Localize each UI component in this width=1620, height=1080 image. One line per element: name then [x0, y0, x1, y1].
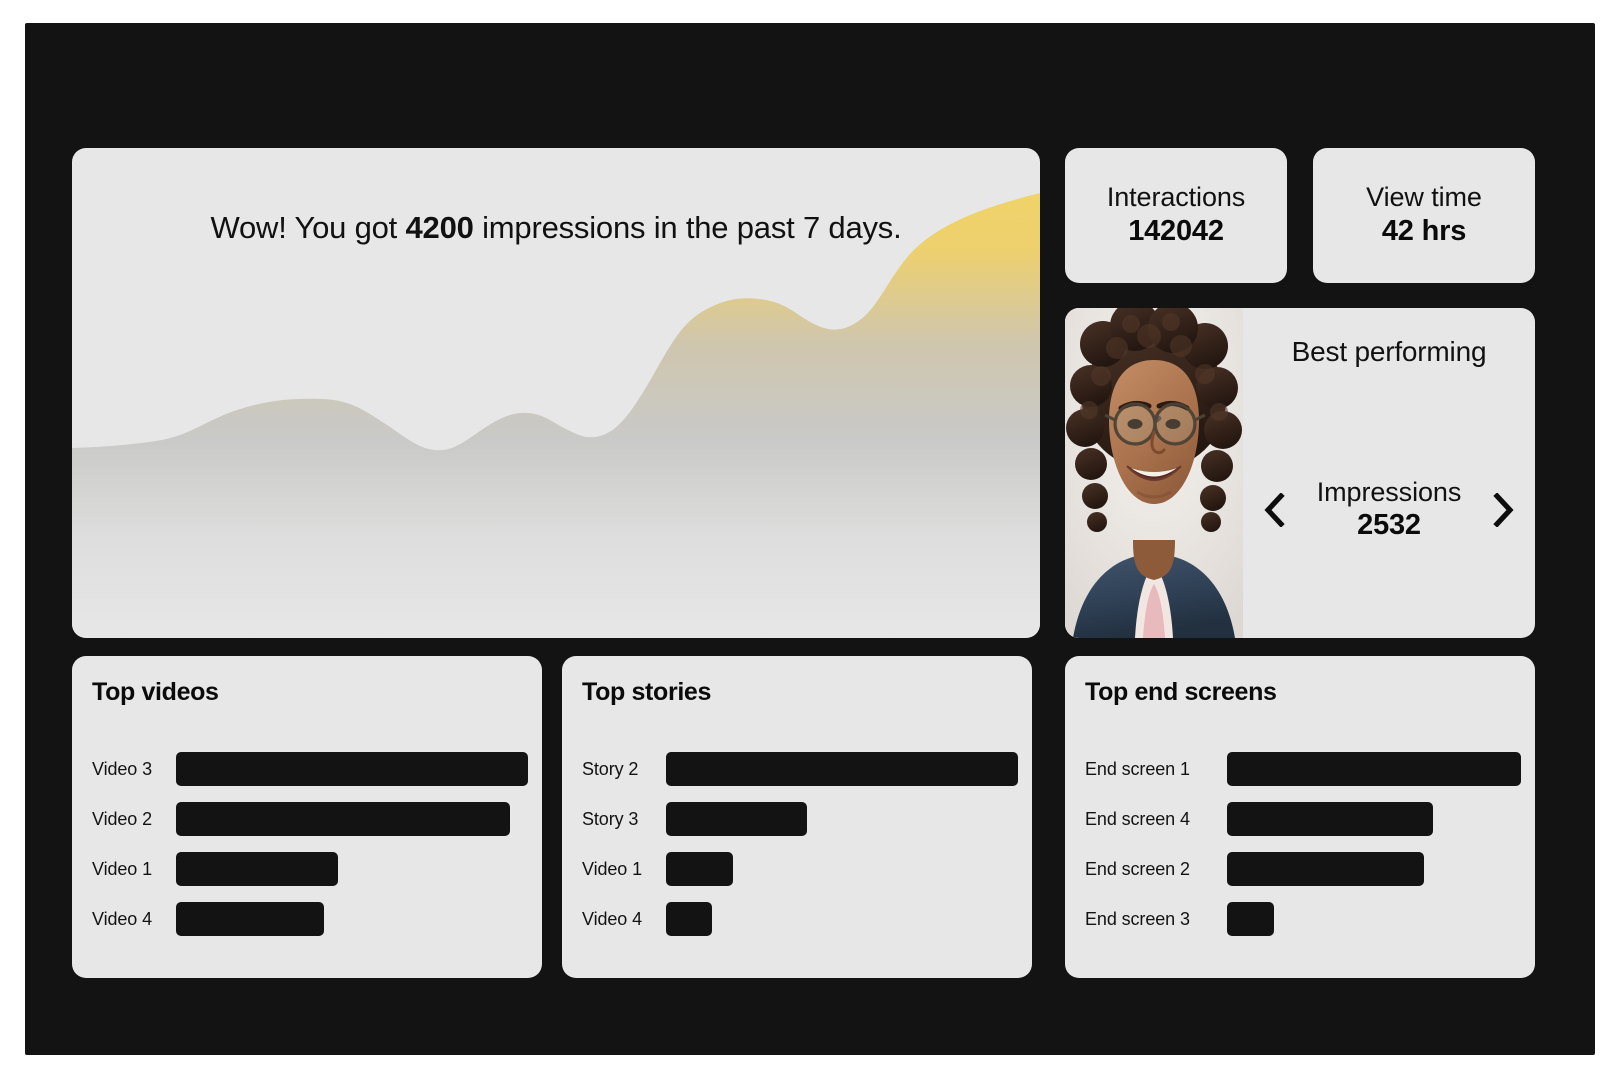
stat-value-view-time: 42 hrs — [1381, 215, 1467, 248]
bar-label: Video 2 — [92, 808, 153, 829]
top-stories-title: Top stories — [582, 678, 712, 706]
top-end-screens-bars: End screen 1 End screen 4 End screen 2 E… — [1085, 744, 1521, 966]
bar-label: End screen 3 — [1085, 908, 1190, 929]
bar-fill — [666, 752, 1018, 786]
bar-fill — [1227, 802, 1433, 836]
bar-fill — [1227, 752, 1521, 786]
bar-row[interactable]: Story 2 — [582, 744, 1018, 794]
bar-label: Video 1 — [582, 858, 643, 879]
bar-track — [1227, 802, 1521, 836]
top-videos-title: Top videos — [92, 678, 219, 706]
bar-row[interactable]: Video 2 — [92, 794, 528, 844]
bar-track — [176, 752, 528, 786]
dashboard-stage: Wow! You got 4200 impressions in the pas… — [25, 23, 1595, 1055]
chevron-right-icon[interactable] — [1487, 487, 1521, 533]
bar-row[interactable]: End screen 1 — [1085, 744, 1521, 794]
bar-label: End screen 1 — [1085, 758, 1190, 779]
chevron-left-icon[interactable] — [1257, 487, 1291, 533]
top-end-screens-title: Top end screens — [1085, 678, 1277, 706]
bar-track — [1227, 902, 1521, 936]
bar-fill — [176, 902, 324, 936]
best-performing-details: Best performing Impressions 2532 — [1243, 308, 1535, 638]
best-performing-metric-value: 2532 — [1357, 509, 1421, 542]
bar-track — [666, 802, 1018, 836]
stat-card-view-time[interactable]: View time 42 hrs — [1313, 148, 1535, 283]
bar-row[interactable]: Video 3 — [92, 744, 528, 794]
best-performing-thumbnail[interactable] — [1065, 308, 1243, 638]
page-title: Wow! You got 4200 impressions in the pas… — [72, 210, 1040, 246]
bar-label: Video 4 — [92, 908, 153, 929]
headline-suffix: impressions in the past 7 days. — [473, 210, 902, 245]
bar-fill — [1227, 902, 1275, 936]
bar-fill — [1227, 852, 1424, 886]
bar-track — [176, 902, 528, 936]
best-performing-metric-row: Impressions 2532 — [1243, 476, 1535, 543]
bar-track — [666, 902, 1018, 936]
bar-track — [1227, 752, 1521, 786]
bar-label: End screen 2 — [1085, 858, 1190, 879]
stat-value-interactions: 142042 — [1128, 215, 1224, 248]
bar-row[interactable]: End screen 2 — [1085, 844, 1521, 894]
bar-track — [176, 802, 528, 836]
bar-row[interactable]: Video 1 — [582, 844, 1018, 894]
bar-fill — [176, 852, 338, 886]
bar-fill — [176, 802, 511, 836]
bar-row[interactable]: Story 3 — [582, 794, 1018, 844]
bar-track — [666, 852, 1018, 886]
impressions-chart-card: Wow! You got 4200 impressions in the pas… — [72, 148, 1040, 638]
bar-label: Video 4 — [582, 908, 643, 929]
headline-prefix: Wow! You got — [210, 210, 406, 245]
top-videos-bars: Video 3 Video 2 Video 1 Video 4 — [92, 744, 528, 966]
bar-fill — [666, 902, 712, 936]
bar-track — [1227, 852, 1521, 886]
bar-label: Story 2 — [582, 758, 639, 779]
bar-fill — [666, 802, 807, 836]
bar-row[interactable]: Video 1 — [92, 844, 528, 894]
best-performing-card: Best performing Impressions 2532 — [1065, 308, 1535, 638]
headline-value: 4200 — [405, 210, 474, 245]
bar-row[interactable]: Video 4 — [92, 894, 528, 944]
bar-row[interactable]: Video 4 — [582, 894, 1018, 944]
best-performing-metric: Impressions 2532 — [1291, 476, 1487, 543]
bar-track — [176, 852, 528, 886]
stat-label-interactions: Interactions — [1106, 182, 1246, 213]
stat-card-interactions[interactable]: Interactions 142042 — [1065, 148, 1287, 283]
best-performing-title: Best performing — [1291, 336, 1487, 367]
bar-label: Video 3 — [92, 758, 153, 779]
top-videos-card: Top videos Video 3 Video 2 Video 1 Video… — [72, 656, 542, 978]
top-end-screens-card: Top end screens End screen 1 End screen … — [1065, 656, 1535, 978]
bar-fill — [666, 852, 733, 886]
bar-fill — [176, 752, 528, 786]
bar-row[interactable]: End screen 4 — [1085, 794, 1521, 844]
top-stories-card: Top stories Story 2 Story 3 Video 1 Vide… — [562, 656, 1032, 978]
bar-label: Video 1 — [92, 858, 153, 879]
top-stories-bars: Story 2 Story 3 Video 1 Video 4 — [582, 744, 1018, 966]
bar-track — [666, 752, 1018, 786]
bar-label: Story 3 — [582, 808, 639, 829]
bar-row[interactable]: End screen 3 — [1085, 894, 1521, 944]
best-performing-metric-label: Impressions — [1316, 477, 1462, 507]
stat-label-view-time: View time — [1366, 182, 1482, 213]
bar-label: End screen 4 — [1085, 808, 1190, 829]
